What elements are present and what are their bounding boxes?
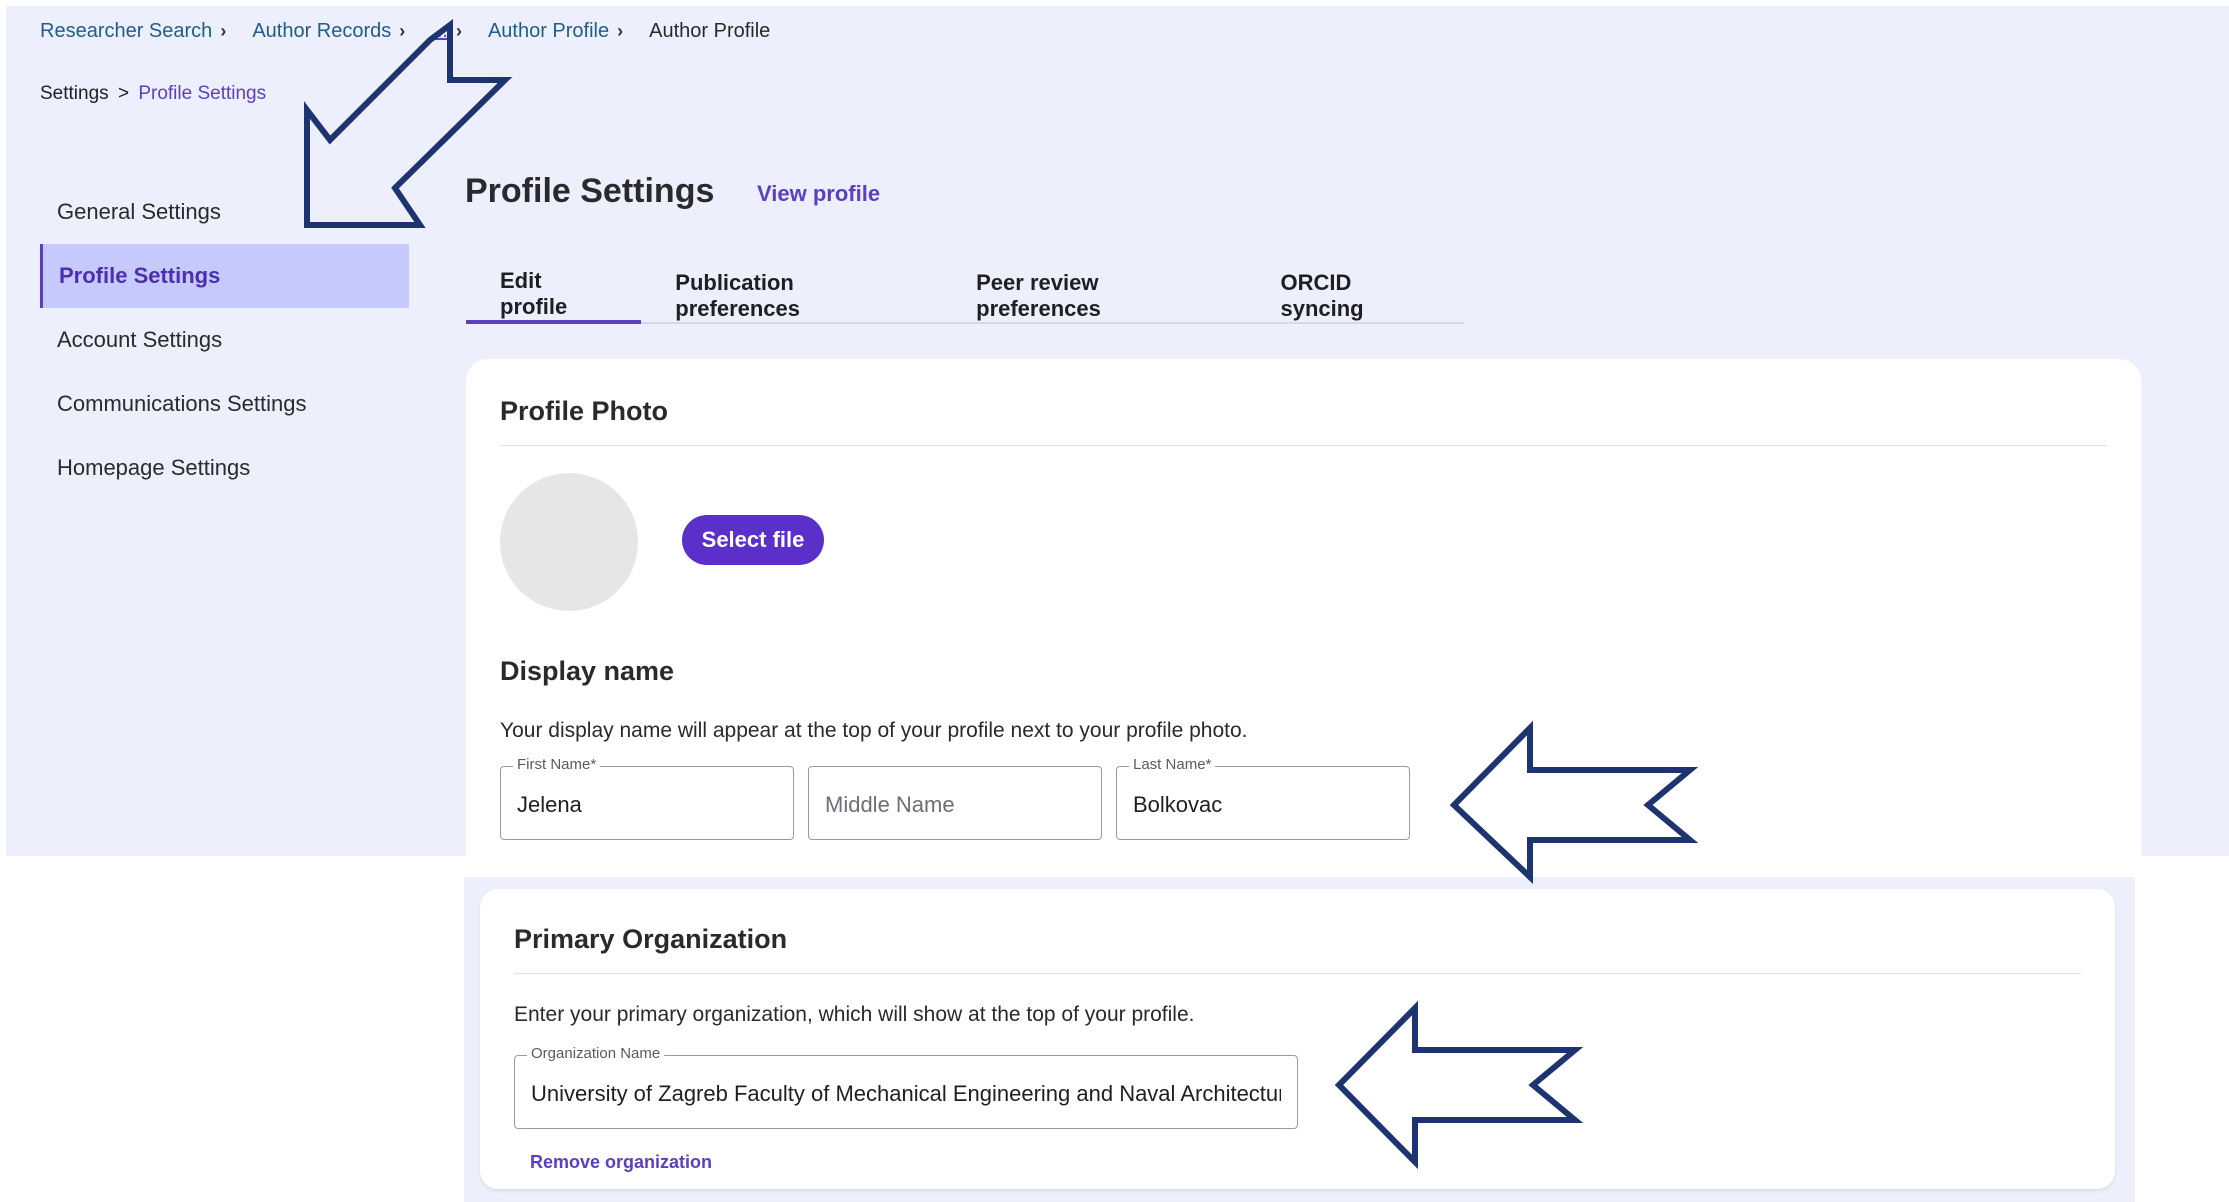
- first-name-label: First Name*: [513, 756, 601, 773]
- last-name-label: Last Name*: [1129, 756, 1216, 773]
- view-profile-link[interactable]: View profile: [757, 181, 880, 207]
- organization-name-input[interactable]: [529, 1074, 1283, 1114]
- tab-orcid-syncing[interactable]: ORCID syncing: [1246, 268, 1464, 324]
- profile-photo-title: Profile Photo: [500, 396, 668, 426]
- middle-name-input[interactable]: [823, 785, 1087, 825]
- sidebar-item-label: Profile Settings: [59, 263, 221, 288]
- sidebar-item-label: General Settings: [57, 199, 221, 224]
- breadcrumb-current: Author Profile: [649, 19, 771, 42]
- tab-publication-preferences[interactable]: Publication preferences: [641, 268, 942, 324]
- annotation-arrow-left-icon: [1334, 1000, 1584, 1170]
- tab-edit-profile[interactable]: Edit profile: [466, 268, 642, 324]
- annotation-arrow-left-icon: [1449, 720, 1699, 884]
- select-file-button[interactable]: Select file: [682, 515, 824, 565]
- section-divider: [514, 973, 2081, 974]
- primary-organization-help: Enter your primary organization, which w…: [514, 1003, 1195, 1026]
- tab-peer-review-preferences[interactable]: Peer review preferences: [942, 268, 1246, 324]
- sidebar-item-profile-settings[interactable]: Profile Settings: [40, 244, 409, 308]
- sidebar-item-account-settings[interactable]: Account Settings: [40, 308, 409, 372]
- first-name-field[interactable]: First Name*: [500, 756, 794, 840]
- breadcrumb-separator: ›: [617, 20, 624, 41]
- annotation-arrow-diagonal-icon: [304, 19, 513, 228]
- display-name-title: Display name: [500, 656, 675, 686]
- settings-crumb-leaf: Profile Settings: [138, 83, 267, 104]
- sidebar-item-communications-settings[interactable]: Communications Settings: [40, 372, 409, 436]
- settings-breadcrumb: Settings > Profile Settings: [40, 83, 266, 105]
- edit-profile-card: Profile Photo Select file Display name Y…: [466, 359, 2141, 856]
- organization-name-label: Organization Name: [527, 1045, 665, 1062]
- last-name-input[interactable]: [1131, 785, 1395, 825]
- section-divider: [500, 445, 2107, 446]
- settings-crumb-separator: >: [117, 83, 130, 104]
- last-name-field[interactable]: Last Name*: [1116, 756, 1410, 840]
- breadcrumb-researcher-search[interactable]: Researcher Search: [40, 20, 212, 43]
- breadcrumb-separator: ›: [220, 20, 227, 41]
- settings-crumb-root[interactable]: Settings: [40, 83, 109, 104]
- organization-name-field[interactable]: Organization Name: [514, 1045, 1298, 1129]
- avatar-placeholder: [500, 473, 638, 611]
- primary-organization-card: Primary Organization Enter your primary …: [480, 889, 2115, 1189]
- sidebar-item-label: Communications Settings: [57, 391, 307, 416]
- sidebar-item-label: Account Settings: [57, 327, 223, 352]
- middle-name-field[interactable]: [808, 766, 1102, 840]
- sidebar-item-homepage-settings[interactable]: Homepage Settings: [40, 436, 409, 500]
- display-name-help: Your display name will appear at the top…: [500, 719, 1248, 742]
- profile-tabs: Edit profile Publication preferences Pee…: [466, 268, 1464, 324]
- primary-organization-title: Primary Organization: [514, 924, 788, 954]
- remove-organization-link[interactable]: Remove organization: [530, 1152, 712, 1173]
- first-name-input[interactable]: [515, 785, 779, 825]
- sidebar-item-label: Homepage Settings: [57, 455, 251, 480]
